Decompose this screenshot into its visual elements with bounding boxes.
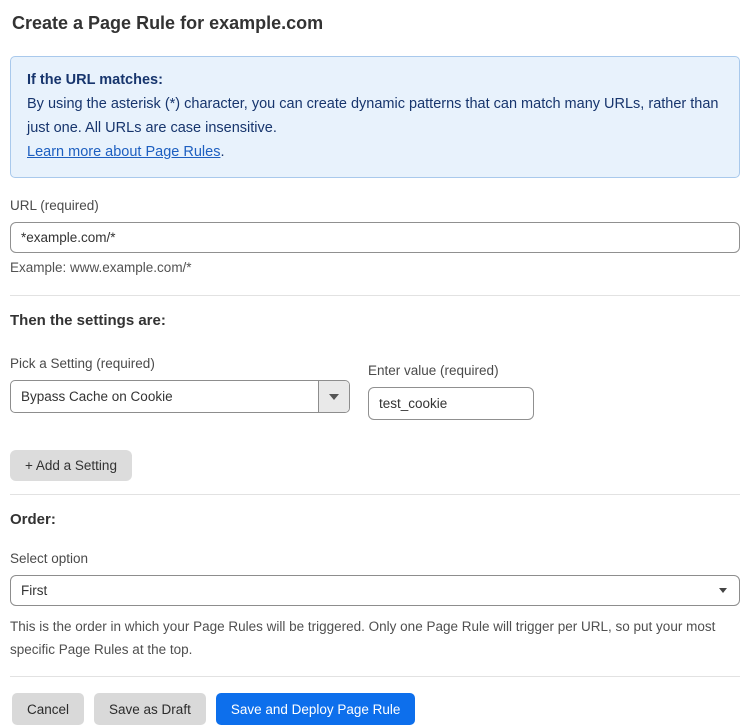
order-select[interactable]: First bbox=[10, 575, 740, 606]
add-setting-button[interactable]: + Add a Setting bbox=[10, 450, 132, 481]
settings-heading: Then the settings are: bbox=[10, 312, 740, 329]
url-example-text: Example: www.example.com/* bbox=[10, 260, 740, 275]
order-select-label: Select option bbox=[10, 551, 740, 566]
pick-setting-column: Pick a Setting (required) Bypass Cache o… bbox=[10, 356, 350, 413]
order-heading: Order: bbox=[10, 511, 740, 528]
divider-before-footer bbox=[10, 676, 740, 677]
footer-button-row: Cancel Save as Draft Save and Deploy Pag… bbox=[10, 693, 740, 725]
setting-value-input[interactable] bbox=[368, 387, 534, 420]
link-period: . bbox=[220, 144, 224, 160]
info-box-heading: If the URL matches: bbox=[27, 68, 723, 92]
enter-value-column: Enter value (required) bbox=[368, 363, 534, 420]
cancel-button[interactable]: Cancel bbox=[12, 693, 84, 725]
pick-setting-dropdown-button[interactable] bbox=[318, 381, 349, 412]
chevron-down-icon bbox=[329, 394, 339, 400]
pick-setting-label: Pick a Setting (required) bbox=[10, 356, 350, 371]
pick-setting-select[interactable]: Bypass Cache on Cookie bbox=[10, 380, 350, 413]
order-selected-value: First bbox=[21, 583, 47, 598]
url-input[interactable] bbox=[10, 222, 740, 253]
url-match-info-box: If the URL matches: By using the asteris… bbox=[10, 56, 740, 178]
enter-value-label: Enter value (required) bbox=[368, 363, 534, 378]
url-label: URL (required) bbox=[10, 198, 740, 213]
divider-after-url bbox=[10, 295, 740, 296]
order-helper-text: This is the order in which your Page Rul… bbox=[10, 615, 730, 661]
save-as-draft-button[interactable]: Save as Draft bbox=[94, 693, 206, 725]
info-box-link-line: Learn more about Page Rules. bbox=[27, 140, 723, 164]
page-title: Create a Page Rule for example.com bbox=[10, 13, 740, 34]
learn-more-link[interactable]: Learn more about Page Rules bbox=[27, 144, 220, 160]
pick-setting-selected-value: Bypass Cache on Cookie bbox=[11, 381, 318, 412]
divider-after-settings bbox=[10, 494, 740, 495]
save-and-deploy-button[interactable]: Save and Deploy Page Rule bbox=[216, 693, 416, 725]
info-box-body: By using the asterisk (*) character, you… bbox=[27, 92, 723, 140]
create-page-rule-form: Create a Page Rule for example.com If th… bbox=[0, 0, 750, 725]
chevron-down-icon bbox=[719, 588, 727, 593]
